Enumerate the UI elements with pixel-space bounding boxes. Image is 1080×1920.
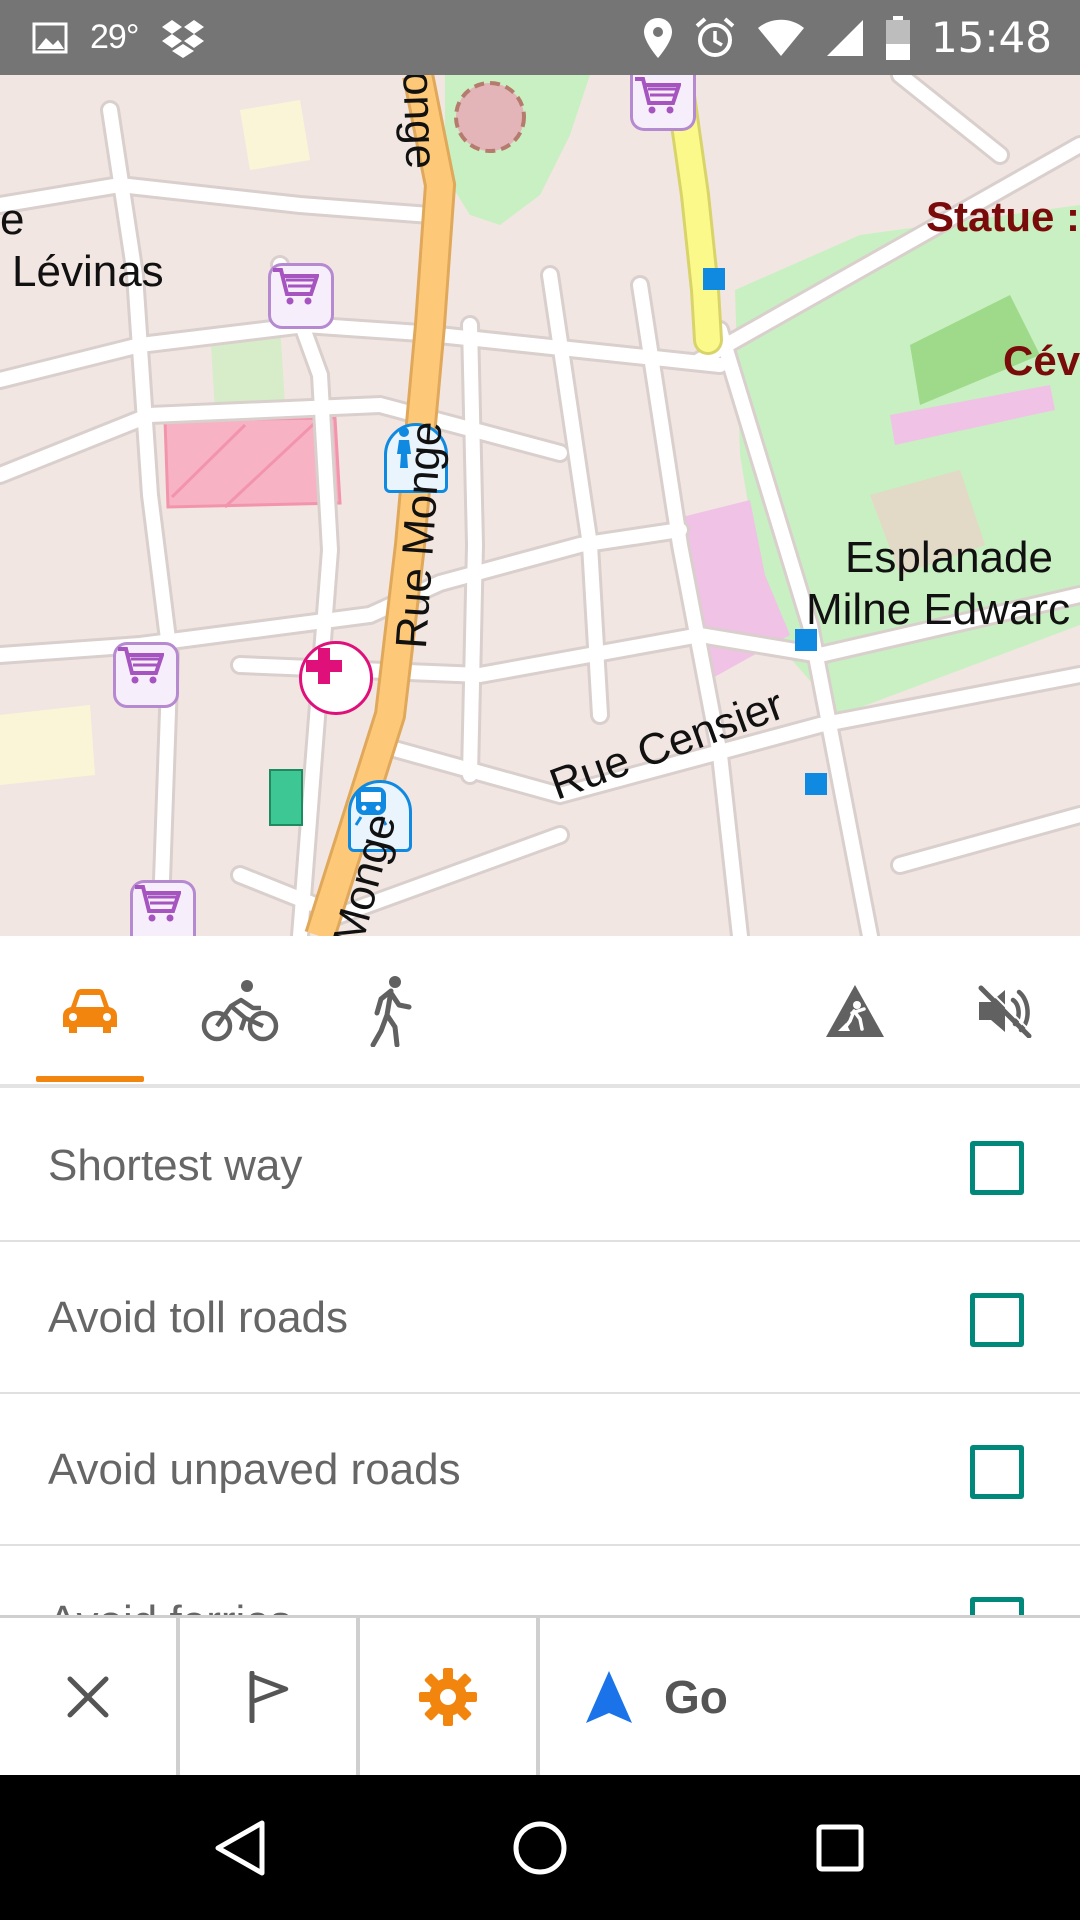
signal-icon [825,18,865,58]
map-label-levinas-prefix: e [0,195,25,244]
option-label: Avoid ferries [48,1546,292,1615]
wifi-icon [757,19,805,57]
map-view[interactable]: e Lévinas Statue : Cév Esplanade Milne E… [0,75,1080,936]
map-label-cev: Cév [1003,337,1080,384]
list-item-avoid-unpaved-roads[interactable]: Avoid unpaved roads [0,1394,1080,1546]
go-button[interactable]: Go [540,1618,1080,1775]
building-yellow-1 [240,100,310,170]
location-pin-icon [643,17,673,59]
map-label-esplanade: Esplanade [845,533,1053,582]
temperature-label: 29° [90,18,139,56]
image-icon [32,22,68,54]
option-label: Avoid toll roads [48,1293,349,1342]
back-icon [215,1820,265,1875]
map-label-statue: Statue : [926,193,1080,240]
route-options-list[interactable]: Shortest way Avoid toll roads Avoid unpa… [0,1090,1080,1615]
option-label: Shortest way [48,1141,303,1190]
alarm-icon [693,16,737,60]
option-label: Avoid unpaved roads [48,1445,461,1494]
avoid-toll-roads-checkbox[interactable] [970,1293,1024,1347]
selected-tab-indicator [36,1076,144,1082]
bus-stop-marker [703,268,725,290]
avoid-unpaved-roads-checkbox[interactable] [970,1445,1024,1499]
tab-car[interactable] [30,936,150,1086]
flag-icon [249,1670,289,1723]
shop-cart-icon[interactable] [268,263,334,329]
recents-icon [816,1824,864,1871]
avoid-ferries-checkbox[interactable] [970,1597,1024,1615]
waypoints-button[interactable] [180,1618,360,1775]
routing-mode-bar [0,936,1080,1086]
avoid-road-works-button[interactable] [800,936,910,1086]
battery-icon [885,15,911,61]
pharmacy-icon[interactable] [299,641,373,715]
pedestrian-icon [370,976,412,1047]
street-label-rue-monge-top: onge [393,75,446,170]
home-icon [513,1821,567,1874]
app-root: 29° 15:48 e Lévinas Statue: Cév Esplana… [0,0,1080,1920]
system-nav-bar [0,1775,1080,1920]
tab-divider [0,1084,1080,1088]
building-yellow-2 [0,705,95,785]
tab-bicycle[interactable] [180,936,300,1086]
map-canvas [0,75,1080,936]
road-works-icon [826,985,884,1037]
navigation-arrow-icon [586,1670,632,1723]
parking-area [269,769,303,826]
car-icon [63,989,117,1033]
clock: 15:48 [930,13,1052,62]
list-item-avoid-ferries[interactable]: Avoid ferries [0,1546,1080,1615]
shop-cart-icon[interactable] [630,75,696,131]
recents-button[interactable] [760,1775,920,1920]
map-label-milne-edwards: Milne Edwarc [806,585,1071,634]
cancel-route-button[interactable] [0,1618,180,1775]
mute-voice-button[interactable] [950,936,1060,1086]
shop-cart-icon[interactable] [130,880,196,936]
dropbox-icon [160,18,206,58]
home-button[interactable] [460,1775,620,1920]
status-bar: 29° 15:48 [0,0,1080,75]
route-settings-button[interactable] [360,1618,540,1775]
bus-stop-marker [805,773,827,795]
back-button[interactable] [160,1775,320,1920]
roundabout-feature [454,81,526,153]
tab-pedestrian[interactable] [330,936,450,1086]
bicycle-icon [201,980,279,1042]
volume-off-icon [978,984,1033,1038]
gear-icon [419,1667,477,1726]
list-item-avoid-toll-roads[interactable]: Avoid toll roads [0,1242,1080,1394]
bottom-action-bar: Go [0,1615,1080,1775]
shortest-way-checkbox[interactable] [970,1141,1024,1195]
shop-cart-icon[interactable] [113,642,179,708]
list-item-shortest-way[interactable]: Shortest way [0,1090,1080,1242]
map-label-levinas: Lévinas [12,247,164,296]
close-icon [67,1676,109,1717]
go-label: Go [664,1670,728,1723]
